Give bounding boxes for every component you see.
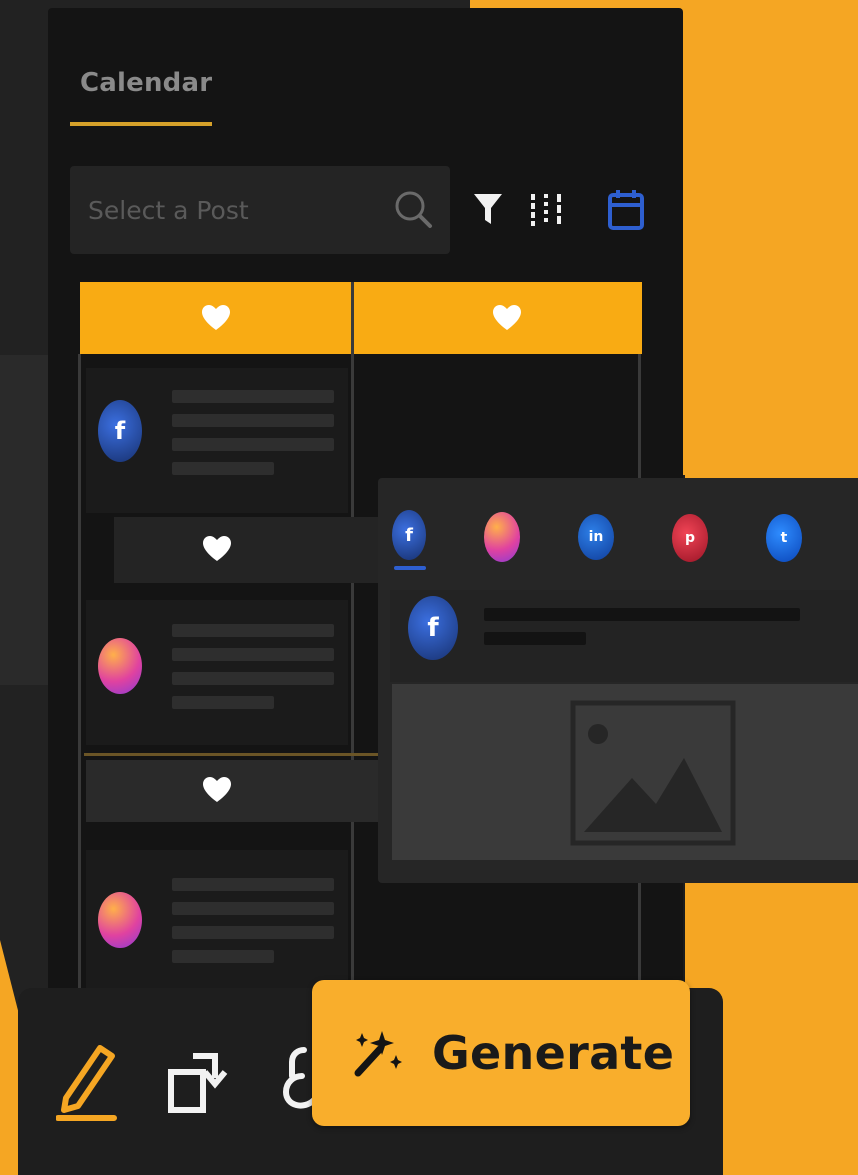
network-tab-instagram[interactable] <box>484 512 520 562</box>
heart-icon <box>493 305 521 330</box>
magic-wand-icon <box>354 1031 402 1077</box>
calendar-column-header[interactable] <box>80 282 352 354</box>
text-line-placeholder <box>172 696 274 709</box>
text-line-placeholder <box>484 608 800 621</box>
text-line-placeholder <box>172 926 334 939</box>
column-border <box>78 354 81 994</box>
text-line-placeholder <box>172 390 334 403</box>
calendar-icon[interactable] <box>606 188 646 232</box>
resize-icon[interactable] <box>165 1042 237 1118</box>
text-line-placeholder <box>172 672 334 685</box>
column-divider <box>351 282 354 992</box>
generate-button[interactable]: Generate <box>312 980 690 1126</box>
tab-calendar[interactable]: Calendar <box>80 68 212 98</box>
heart-icon <box>203 536 231 561</box>
image-placeholder-icon <box>570 700 736 846</box>
network-tab-facebook[interactable]: f <box>392 510 426 560</box>
filter-icon[interactable] <box>472 190 504 228</box>
current-time-rule <box>84 753 380 756</box>
generate-button-label: Generate <box>432 1026 675 1080</box>
calendar-column-header[interactable] <box>354 282 642 354</box>
text-line-placeholder <box>172 462 274 475</box>
active-tab-indicator <box>70 122 212 126</box>
text-line-placeholder <box>172 624 334 637</box>
pencil-icon[interactable] <box>56 1040 120 1122</box>
search-icon[interactable] <box>392 188 434 230</box>
network-tab-pinterest[interactable]: p <box>672 514 708 562</box>
network-tab-linkedin[interactable]: in <box>578 514 614 560</box>
active-network-indicator <box>394 566 426 570</box>
calendar-post-card[interactable]: f <box>86 368 348 513</box>
author-avatar: f <box>408 596 458 660</box>
text-line-placeholder <box>172 878 334 891</box>
preview-post-header <box>390 590 858 682</box>
network-tab-twitter[interactable]: t <box>766 514 802 562</box>
text-line-placeholder <box>172 902 334 915</box>
search-box[interactable] <box>70 166 450 254</box>
calendar-post-card[interactable] <box>86 850 348 995</box>
calendar-day-row[interactable] <box>114 517 384 583</box>
facebook-icon: f <box>98 400 142 462</box>
calendar-day-row[interactable] <box>86 760 382 822</box>
text-line-placeholder <box>484 632 586 645</box>
text-line-placeholder <box>172 950 274 963</box>
heart-icon <box>202 305 230 330</box>
text-line-placeholder <box>172 414 334 427</box>
text-line-placeholder <box>172 438 334 451</box>
instagram-icon <box>98 638 142 694</box>
heart-icon <box>203 777 231 802</box>
calendar-post-card[interactable] <box>86 600 348 745</box>
sliders-icon[interactable] <box>526 190 566 230</box>
instagram-icon <box>98 892 142 948</box>
search-input[interactable] <box>88 190 378 230</box>
text-line-placeholder <box>172 648 334 661</box>
